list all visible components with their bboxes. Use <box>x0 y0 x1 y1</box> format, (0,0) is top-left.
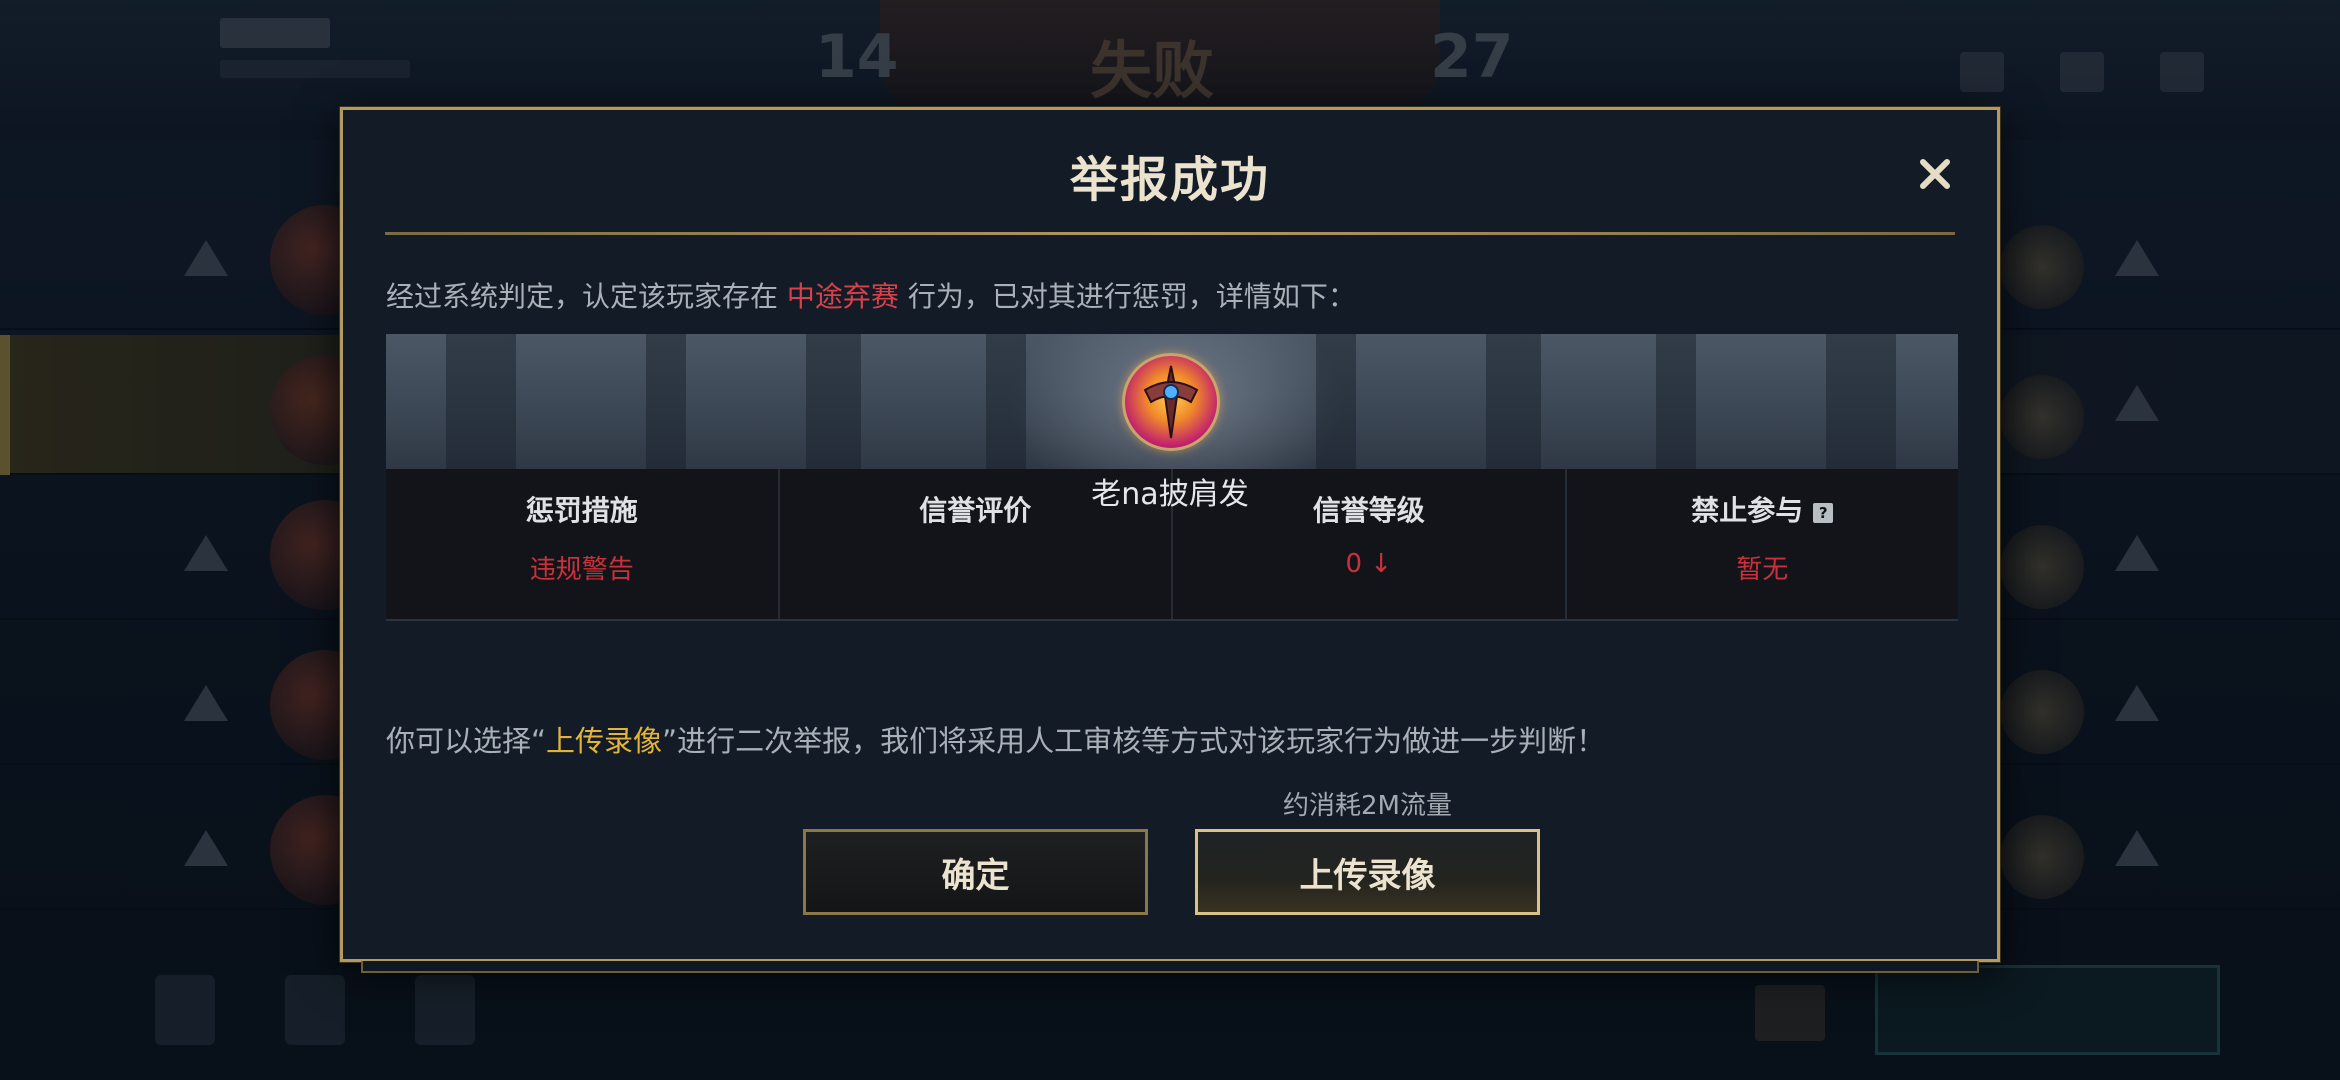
banner-pillar <box>1826 334 1896 469</box>
banner-pillar <box>986 334 1026 469</box>
player-name: 老na披肩发 <box>1091 477 1249 512</box>
stat-value: 0 ↓ <box>1345 549 1393 579</box>
stat-value: 违规警告 <box>529 555 634 585</box>
banner-pillar <box>446 334 516 469</box>
confirm-button[interactable]: 确定 <box>803 829 1148 915</box>
banner-pillar <box>1656 334 1696 469</box>
banner-pillar <box>1316 334 1356 469</box>
banner-pillar <box>806 334 861 469</box>
judgement-suffix: 行为，已对其进行惩罚，详情如下： <box>898 280 1356 313</box>
data-usage-note: 约消耗2M流量 <box>1283 791 1452 821</box>
notice-suffix: ”进行二次举报，我们将采用人工审核等方式对该玩家行为做进一步判断！ <box>662 724 1606 758</box>
title-divider <box>385 232 1955 235</box>
banner-pillar <box>646 334 686 469</box>
appeal-notice: 你可以选择“上传录像”进行二次举报，我们将采用人工审核等方式对该玩家行为做进一步… <box>386 718 1605 760</box>
player-avatar <box>1122 353 1220 451</box>
judgement-prefix: 经过系统判定，认定该玩家存在 <box>386 280 787 313</box>
banner-pillar <box>1486 334 1541 469</box>
judgement-text: 经过系统判定，认定该玩家存在 中途弃赛 行为，已对其进行惩罚，详情如下： <box>386 275 1356 315</box>
upload-replay-button[interactable]: 上传录像 <box>1195 829 1540 915</box>
notice-prefix: 你可以选择“ <box>386 724 547 758</box>
notice-highlight: 上传录像 <box>546 724 663 758</box>
close-icon[interactable] <box>1913 152 1957 196</box>
violation-type: 中途弃赛 <box>786 280 899 313</box>
dialog-title: 举报成功 <box>1069 152 1270 208</box>
stat-value: 暂无 <box>1736 555 1789 585</box>
report-success-dialog: 举报成功 经过系统判定，认定该玩家存在 中途弃赛 行为，已对其进行惩罚，详情如下… <box>340 107 2000 973</box>
